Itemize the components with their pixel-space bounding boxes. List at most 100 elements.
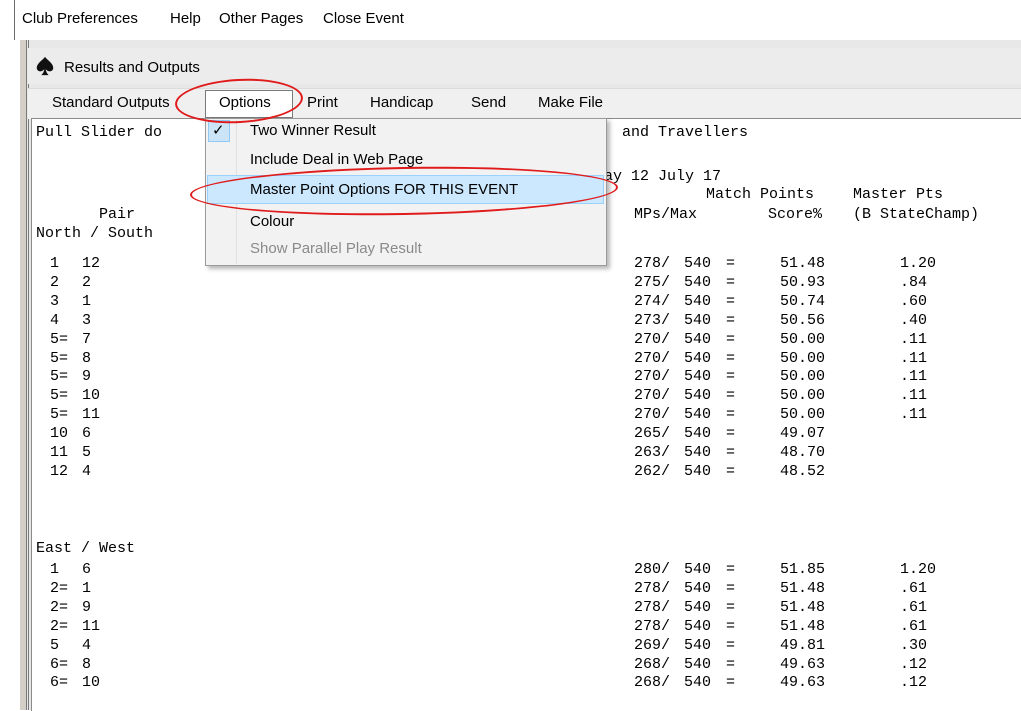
spade-icon [36,56,54,76]
row-place: 5 [50,636,60,654]
row-max: 540 [684,387,712,405]
row-pair: 12 [82,255,101,272]
row-score: 50.93 [780,273,826,291]
row-place: 6= [50,655,69,673]
row-pair: 8 [82,655,92,673]
row-masterpoints: .11 [900,330,928,348]
row-equals: = [726,561,736,578]
menu-help[interactable]: Help [170,10,201,27]
row-masterpoints: .11 [900,368,928,386]
row-place: 10 [50,425,69,443]
row-max: 540 [684,674,712,692]
option-two-winner-result[interactable]: Two Winner Result [250,122,376,139]
menu-close-event[interactable]: Close Event [323,10,404,27]
row-place: 11 [50,444,69,461]
row-place: 5= [50,387,69,405]
row-place: 1 [50,561,60,578]
menu-make-file[interactable]: Make File [538,94,603,111]
row-equals: = [726,674,736,692]
row-masterpoints: 1.20 [900,561,937,578]
row-place: 5= [50,368,69,386]
row-score: 49.63 [780,655,826,673]
row-pair: 5 [82,444,92,461]
menu-send[interactable]: Send [471,94,506,111]
row-score: 48.52 [780,462,826,480]
row-equals: = [726,311,736,329]
row-max: 540 [684,636,712,654]
row-mps: 270/ [634,406,671,424]
row-equals: = [726,349,736,367]
row-pair: 11 [82,617,101,635]
row-mps: 263/ [634,444,671,461]
menu-handicap[interactable]: Handicap [370,94,433,111]
row-place: 3 [50,292,60,310]
row-pair: 10 [82,387,101,405]
row-pair: 4 [82,636,92,654]
row-max: 540 [684,561,712,578]
row-equals: = [726,444,736,461]
row-mps: 280/ [634,561,671,578]
option-show-parallel-play: Show Parallel Play Result [250,240,422,257]
menu-other-pages[interactable]: Other Pages [219,10,303,27]
row-mps: 275/ [634,273,671,291]
row-mps: 274/ [634,292,671,310]
option-include-deal[interactable]: Include Deal in Web Page [250,151,423,168]
row-equals: = [726,636,736,654]
header-mps-max: MPs/Max [634,206,698,223]
window-border-line [28,40,29,710]
row-score: 50.00 [780,349,826,367]
row-equals: = [726,655,736,673]
row-masterpoints: .40 [900,311,928,329]
row-pair: 9 [82,598,92,616]
report-date: ay 12 July 17 [604,168,722,185]
row-mps: 273/ [634,311,671,329]
row-masterpoints: .61 [900,617,928,635]
row-pair: 4 [82,462,92,480]
row-place: 2= [50,598,69,616]
row-mps: 268/ [634,655,671,673]
row-mps: 269/ [634,636,671,654]
row-place: 5= [50,406,69,424]
window-title: Results and Outputs [64,59,200,76]
option-colour[interactable]: Colour [250,213,294,230]
row-mps: 278/ [634,598,671,616]
row-score: 51.85 [780,561,826,578]
row-equals: = [726,425,736,443]
row-max: 540 [684,425,712,443]
row-place: 12 [50,462,69,480]
row-mps: 262/ [634,462,671,480]
row-max: 540 [684,579,712,597]
row-score: 49.07 [780,425,826,443]
row-pair: 1 [82,579,92,597]
row-equals: = [726,330,736,348]
header-pair: Pair [99,206,136,223]
row-max: 540 [684,349,712,367]
menu-club-preferences[interactable]: Club Preferences [22,10,138,27]
row-max: 540 [684,617,712,635]
row-place: 6= [50,674,69,692]
row-max: 540 [684,311,712,329]
row-place: 2= [50,579,69,597]
row-pair: 3 [82,311,92,329]
header-category: (B StateChamp) [853,206,980,223]
row-pair: 8 [82,349,92,367]
row-score: 51.48 [780,579,826,597]
row-equals: = [726,406,736,424]
row-score: 51.48 [780,617,826,635]
row-max: 540 [684,368,712,386]
row-max: 540 [684,292,712,310]
row-place: 4 [50,311,60,329]
row-equals: = [726,598,736,616]
app-menu-bar: Club Preferences Help Other Pages Close … [0,0,1021,36]
row-mps: 278/ [634,617,671,635]
row-masterpoints: .30 [900,636,928,654]
row-mps: 270/ [634,387,671,405]
section-north-south: North / South [36,225,154,242]
row-place: 2= [50,617,69,635]
section-east-west: East / West [36,540,136,557]
window-divider [14,0,15,40]
menu-standard-outputs[interactable]: Standard Outputs [52,94,170,111]
row-pair: 11 [82,406,101,424]
menu-print[interactable]: Print [307,94,338,111]
row-equals: = [726,462,736,480]
